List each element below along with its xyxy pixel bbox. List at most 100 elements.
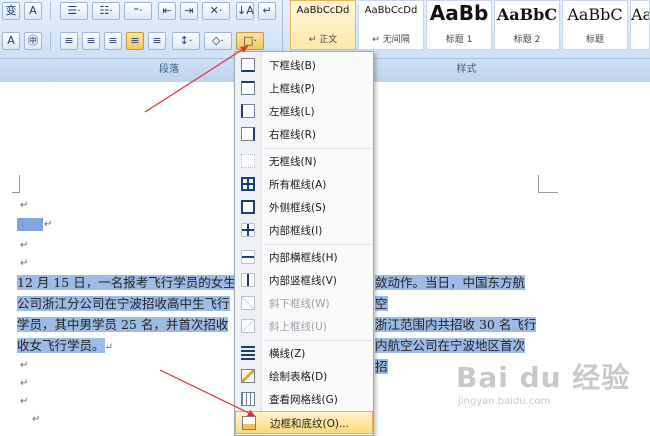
- chinese-layout-button[interactable]: ✕·: [202, 2, 230, 20]
- divider: [50, 2, 51, 20]
- inside-borders-icon: [241, 223, 255, 237]
- font-button-phonetic[interactable]: 变: [2, 2, 20, 20]
- decrease-indent-button[interactable]: ⇤: [158, 2, 176, 20]
- borders-button[interactable]: □·: [236, 32, 264, 50]
- view-gridlines-icon: [241, 392, 255, 406]
- text-line: 敛动作。当日，中国东方航空: [375, 275, 526, 311]
- inside-horizontal-border-icon: [241, 250, 255, 264]
- divider: [50, 32, 51, 50]
- menu-item-no-border[interactable]: 无框线(N): [235, 150, 373, 173]
- paragraph-mark: ↵: [20, 378, 29, 389]
- style-name: 标题 2: [513, 35, 541, 45]
- align-right-button[interactable]: ≡: [104, 32, 122, 50]
- menu-separator: [263, 340, 371, 341]
- increase-indent-button[interactable]: ⇥: [180, 2, 198, 20]
- paragraph-mark: ↵: [20, 360, 29, 371]
- style-heading-2[interactable]: AaBbC 标题 2: [494, 0, 560, 50]
- paragraph-mark: ↵: [20, 200, 29, 211]
- font-button-border[interactable]: A: [24, 2, 42, 20]
- style-sample: AaBbC: [496, 5, 558, 24]
- bullets-button[interactable]: ☰·: [60, 2, 88, 20]
- shading-button[interactable]: ◇·: [204, 32, 232, 50]
- paragraph-mark: ↵: [20, 258, 29, 269]
- menu-item-borders-shading[interactable]: 边框和底纹(O)...: [235, 411, 373, 434]
- menu-item-bottom-border[interactable]: 下框线(B): [235, 54, 373, 77]
- borders-shading-icon: [242, 416, 256, 430]
- menu-item-outside-borders[interactable]: 外侧框线(S): [235, 196, 373, 219]
- menu-item-label: 无框线(N): [269, 156, 317, 168]
- menu-item-label: 左框线(L): [269, 106, 315, 118]
- menu-item-label: 下框线(B): [269, 60, 316, 72]
- menu-item-all-borders[interactable]: 所有框线(A): [235, 173, 373, 196]
- style-normal[interactable]: AaBbCcDd ↵ 正文: [290, 0, 356, 50]
- diagonal-up-border-icon: [241, 319, 255, 333]
- inside-vertical-border-icon: [241, 273, 255, 287]
- text-line: 公司浙江分公司在宁波招收高中生飞行: [17, 296, 230, 311]
- right-border-icon: [241, 127, 255, 141]
- style-name: 标题 1: [445, 35, 473, 45]
- paragraph-mark: ↵: [104, 342, 113, 353]
- char-border-button[interactable]: A: [2, 32, 20, 50]
- menu-item-label: 内部横框线(H): [269, 252, 338, 264]
- menu-separator: [263, 244, 371, 245]
- menu-item-label: 所有框线(A): [269, 179, 327, 191]
- group-label-font: [0, 58, 55, 82]
- menu-item-left-border[interactable]: 左框线(L): [235, 100, 373, 123]
- style-name: 标题: [585, 35, 604, 45]
- text-line: 学员，其中男学员 25 名，并首次招收: [17, 317, 229, 332]
- center-button[interactable]: ≡: [82, 32, 100, 50]
- style-name: ↵ 正文: [308, 35, 338, 45]
- style-no-spacing[interactable]: AaBbCcDd ↵ 无间隔: [358, 0, 424, 50]
- paragraph-mark: ↵: [20, 396, 29, 407]
- menu-separator: [263, 148, 371, 149]
- watermark-brand: Bai du 经验: [456, 361, 631, 394]
- text-line: 浙江范围内共招收 30 名飞行: [375, 317, 537, 332]
- left-border-icon: [241, 104, 255, 118]
- bottom-border-icon: [241, 58, 255, 72]
- menu-item-horizontal-line[interactable]: 横线(Z): [235, 342, 373, 365]
- paragraph-mark: ↵: [32, 414, 41, 425]
- menu-item-label: 横线(Z): [269, 348, 306, 360]
- sort-button[interactable]: ↓A: [236, 2, 254, 20]
- selected-empty-line: [17, 218, 43, 231]
- menu-item-label: 内部框线(I): [269, 225, 323, 237]
- text-line: 12 月 15 日，一名报考飞行学员的女生: [17, 275, 236, 290]
- style-heading-1[interactable]: AaBb 标题 1: [426, 0, 492, 50]
- style-subtitle[interactable]: Aa: [630, 0, 650, 50]
- menu-item-view-gridlines[interactable]: 查看网格线(G): [235, 388, 373, 411]
- style-name: ↵ 无间隔: [372, 35, 410, 45]
- numbering-button[interactable]: ☷·: [92, 2, 120, 20]
- line-spacing-button[interactable]: ↕·: [172, 32, 200, 50]
- justify-button[interactable]: ≡: [126, 32, 144, 50]
- outside-borders-icon: [241, 200, 255, 214]
- style-title[interactable]: AaBbC 标题: [562, 0, 628, 50]
- menu-item-draw-table[interactable]: 绘制表格(D): [235, 365, 373, 388]
- margin-corner-left: [12, 175, 20, 193]
- style-sample: AaBbC: [567, 5, 623, 24]
- menu-item-right-border[interactable]: 右框线(R): [235, 123, 373, 146]
- enclose-char-button[interactable]: ㊥: [24, 32, 42, 50]
- all-borders-icon: [241, 177, 255, 191]
- text-line: 收女飞行学员。: [17, 338, 105, 353]
- menu-item-inside-borders[interactable]: 内部框线(I): [235, 219, 373, 242]
- menu-item-top-border[interactable]: 上框线(P): [235, 77, 373, 100]
- multilevel-list-button[interactable]: ⁼·: [124, 2, 152, 20]
- menu-item-inside-horizontal[interactable]: 内部横框线(H): [235, 246, 373, 269]
- style-sample: Aa: [631, 5, 649, 24]
- style-sample: AaBb: [429, 1, 489, 25]
- menu-item-diagonal-up: 斜上框线(U): [235, 315, 373, 338]
- align-left-button[interactable]: ≡: [60, 32, 78, 50]
- paragraph-mark: ↵: [44, 219, 53, 230]
- borders-dropdown-menu: 下框线(B) 上框线(P) 左框线(L) 右框线(R) 无框线(N) 所有框线(…: [234, 51, 374, 436]
- draw-table-icon: [241, 369, 255, 383]
- menu-item-inside-vertical[interactable]: 内部竖框线(V): [235, 269, 373, 292]
- menu-item-label: 绘制表格(D): [269, 371, 328, 383]
- menu-item-label: 查看网格线(G): [269, 394, 338, 406]
- menu-item-label: 右框线(R): [269, 129, 316, 141]
- paragraph-mark: ↵: [20, 240, 29, 251]
- margin-corner-right: [538, 175, 558, 193]
- show-marks-button[interactable]: ↵: [258, 2, 276, 20]
- distributed-button[interactable]: ≡: [148, 32, 166, 50]
- menu-item-diagonal-down: 斜下框线(W): [235, 292, 373, 315]
- top-border-icon: [241, 81, 255, 95]
